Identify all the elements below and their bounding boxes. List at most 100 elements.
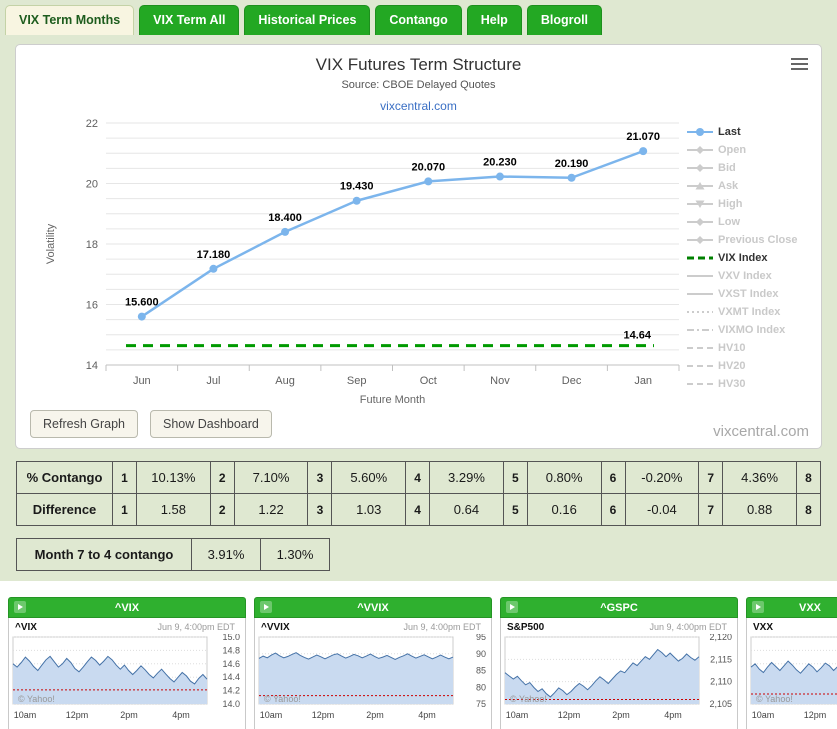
legend-item-vix-index[interactable]: VIX Index [687,249,813,267]
svg-text:12pm: 12pm [558,710,581,720]
vixcentral-page: VIX Term Months VIX Term All Historical … [0,0,837,729]
legend-marker-icon [687,218,713,226]
refresh-graph-button[interactable]: Refresh Graph [30,410,138,438]
widget-chart-label: S&P500 [507,622,545,633]
legend-marker-icon [687,365,713,367]
month-number-cell: 4 [405,461,431,494]
legend-marker-icon [687,293,713,295]
legend-item-vxst-index[interactable]: VXST Index [687,285,813,303]
widget-expand-icon[interactable] [14,601,26,613]
month-number-cell: 6 [600,461,626,494]
svg-text:12pm: 12pm [312,710,335,720]
legend-marker-icon [687,329,713,331]
month7to4-table: Month 7 to 4 contango 3.91% 1.30% [16,538,330,571]
tab-historical-prices[interactable]: Historical Prices [244,5,371,35]
svg-text:17.180: 17.180 [197,249,231,261]
svg-text:16: 16 [86,300,98,312]
widget-symbol-link[interactable]: VXX [799,602,821,614]
legend-label: VIX Index [718,252,768,264]
svg-text:18: 18 [86,239,98,251]
widget-chart-body: ^VVIX Jun 9, 4:00pm EDT 95 90 85 80 75 10am 12pm… [254,618,492,729]
legend-item-vxmt-index[interactable]: VXMT Index [687,303,813,321]
show-dashboard-button[interactable]: Show Dashboard [149,410,272,438]
contango-value-cell: 7.10% [233,461,309,494]
contango-value-cell: 0.64 [429,493,504,526]
contango-value-cell: 0.16 [526,493,602,526]
contango-value-cell: 4.36% [722,461,797,494]
contango-value-cell: 5.60% [331,461,407,494]
widget-symbol-link[interactable]: ^VIX [115,602,139,614]
tab-blogroll[interactable]: Blogroll [526,5,603,35]
svg-text:Aug: Aug [275,375,295,387]
svg-text:14.6: 14.6 [222,659,240,669]
tab-help[interactable]: Help [466,5,522,35]
svg-text:15.0: 15.0 [222,634,240,642]
month-number-cell: 3 [307,461,333,494]
chart-panel: VIX Futures Term Structure Source: CBOE … [15,44,822,449]
legend-item-open[interactable]: Open [687,141,813,159]
legend-item-ask[interactable]: Ask [687,177,813,195]
legend-label: HV10 [718,342,746,354]
svg-text:© Yahoo!: © Yahoo! [18,694,55,704]
chart-legend: Last Open Bid Ask High Low Previous Close VIX I… [687,123,813,393]
legend-label: VIXMO Index [718,324,786,336]
widget-header: ^GSPC [500,597,738,618]
svg-text:75: 75 [476,699,486,709]
tab-vix-term-all[interactable]: VIX Term All [139,5,240,35]
svg-text:Oct: Oct [420,375,437,387]
legend-marker-icon [687,311,713,313]
svg-text:Sep: Sep [347,375,367,387]
legend-marker-icon [687,164,713,172]
svg-text:2,105: 2,105 [709,699,732,709]
svg-text:14.4: 14.4 [222,672,240,682]
tab-vix-term-months[interactable]: VIX Term Months [5,5,135,35]
widget-symbol-link[interactable]: ^GSPC [600,602,638,614]
month-number-cell: 2 [209,461,235,494]
legend-marker-icon [687,128,713,136]
widget-expand-icon[interactable] [752,601,764,613]
legend-label: Last [718,126,741,138]
tab-contango[interactable]: Contango [375,5,462,35]
widget-header: VXX [746,597,837,618]
legend-item-high[interactable]: High [687,195,813,213]
widget-expand-icon[interactable] [260,601,272,613]
legend-item-vixmo-index[interactable]: VIXMO Index [687,321,813,339]
svg-text:© Yahoo!: © Yahoo! [756,694,793,704]
legend-item-last[interactable]: Last [687,123,813,141]
widget-symbol-link[interactable]: ^VVIX [357,602,389,614]
svg-text:14.8: 14.8 [222,645,240,655]
month-number-cell: 7 [698,493,724,526]
legend-item-previous-close[interactable]: Previous Close [687,231,813,249]
month-number-cell: 5 [502,461,528,494]
month7to4-row: Month 7 to 4 contango 3.91% 1.30% [16,538,330,571]
svg-text:14.64: 14.64 [623,330,651,342]
widget-timestamp: Jun 9, 4:00pm EDT [649,622,727,632]
legend-item-bid[interactable]: Bid [687,159,813,177]
month-number-cell: 8 [796,461,821,494]
month-number-cell: 7 [698,461,724,494]
legend-label: Ask [718,180,739,192]
svg-text:14.0: 14.0 [222,699,240,709]
svg-text:80: 80 [476,682,486,692]
month7to4-label: Month 7 to 4 contango [16,538,192,571]
contango-table-row: Difference 1 1.58 2 1.22 3 1.03 4 0.64 5 0.16 6 -0.0… [16,493,821,526]
widget-chart-body: S&P500 Jun 9, 4:00pm EDT 2,120 2,115 2,110 2,… [500,618,738,729]
svg-text:Jul: Jul [206,375,220,387]
legend-item-hv20[interactable]: HV20 [687,357,813,375]
widget-timestamp: Jun 9, 4:00pm EDT [157,622,235,632]
legend-item-vxv-index[interactable]: VXV Index [687,267,813,285]
month7to4-value: 1.30% [260,538,330,571]
svg-text:12pm: 12pm [66,710,89,720]
legend-item-hv10[interactable]: HV10 [687,339,813,357]
month7to4-value: 3.91% [191,538,261,571]
quote-widget-vxx: VXXVXX10am12pm2pm4pm© Yahoo! [746,597,837,729]
legend-item-low[interactable]: Low [687,213,813,231]
quote-widgets: ^VIX ^VIX Jun 9, 4:00pm EDT 15.0 14.8 14.6 14.… [0,581,837,729]
contango-table-row: % Contango 1 10.13% 2 7.10% 3 5.60% 4 3.29% 5 0.80… [16,461,821,494]
svg-text:© Yahoo!: © Yahoo! [264,694,301,704]
month-number-cell: 4 [405,493,431,526]
widget-expand-icon[interactable] [506,601,518,613]
legend-item-hv30[interactable]: HV30 [687,375,813,393]
svg-text:2,120: 2,120 [709,634,732,642]
svg-text:4pm: 4pm [664,710,682,720]
